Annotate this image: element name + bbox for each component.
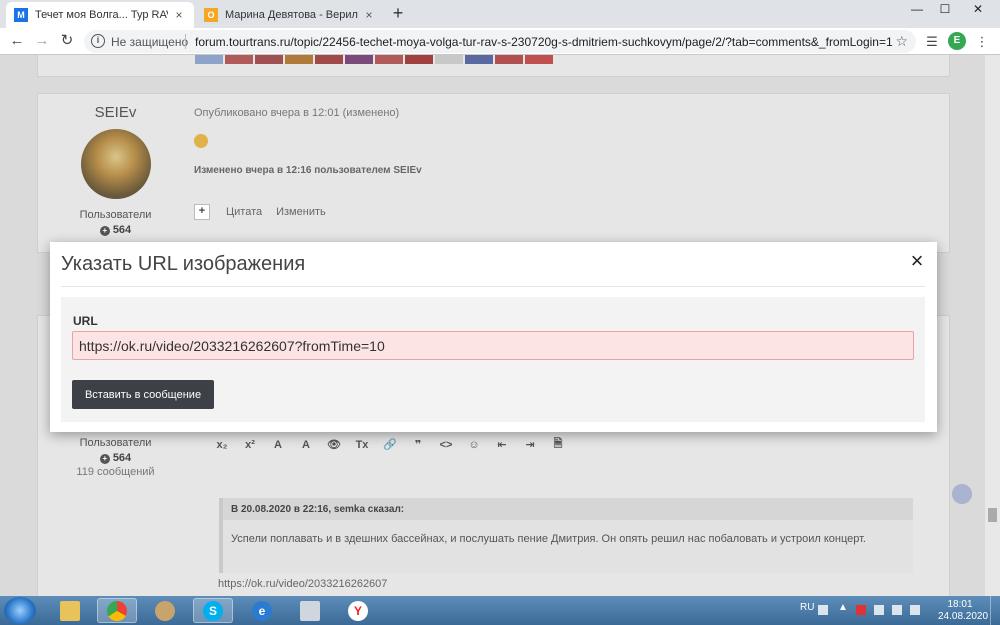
emoji-picker-icon[interactable]: ☺ — [462, 439, 486, 451]
author-post-count: 119 сообщений — [76, 466, 155, 478]
post-actions: + Цитата Изменить — [194, 204, 340, 220]
back-button[interactable]: ← — [6, 31, 28, 51]
quote-link[interactable]: Цитата — [226, 206, 262, 218]
dialog-title: Указать URL изображения — [61, 253, 306, 275]
post-timestamp: Опубликовано вчера в 12:01 (изменено) — [194, 107, 400, 119]
browser-toolbar: ← → ↻ i Не защищено forum.tourtrans.ru/t… — [0, 28, 1000, 55]
clear-format-icon[interactable]: Tx — [350, 439, 374, 451]
author-reputation: +564 — [38, 224, 193, 236]
omnibox-divider — [185, 34, 186, 49]
tray-chevron-icon[interactable]: ▲ — [838, 602, 848, 613]
edit-note: Изменено вчера в 12:16 пользователем SEI… — [194, 165, 422, 176]
source-icon[interactable]: 🗎 — [546, 435, 570, 454]
preview-eye-icon[interactable]: 👁 — [322, 438, 346, 451]
tab-strip: M Течет моя Волга... Тур RAV с 23 × О Ма… — [0, 0, 1000, 28]
network-icon[interactable] — [892, 605, 902, 615]
tab-close-icon[interactable]: × — [172, 8, 186, 22]
editor-toolbar: x₂ x² A A 👁 Tx 🔗 ❞ <> ☺ ⇤ ⇥ 🗎 — [210, 435, 574, 454]
info-icon[interactable]: i — [91, 34, 105, 48]
quote-text: Успели поплавать и в здешних бассейнах, … — [231, 533, 866, 545]
forward-button[interactable]: → — [31, 31, 53, 51]
url-text[interactable]: forum.tourtrans.ru/topic/22456-techet-mo… — [195, 35, 893, 49]
tab-title: Течет моя Волга... Тур RAV с 23 — [35, 9, 168, 21]
image-url-dialog: Указать URL изображения × URL Вставить в… — [50, 242, 937, 432]
edit-link[interactable]: Изменить — [276, 206, 326, 218]
dialog-divider — [61, 286, 925, 287]
background-color-icon[interactable]: A — [294, 439, 318, 451]
text-color-icon[interactable]: A — [266, 439, 290, 451]
quote-block: В 20.08.2020 в 22:16, semka сказал: Успе… — [219, 498, 913, 573]
superscript-icon[interactable]: x² — [238, 439, 262, 451]
url-input[interactable] — [72, 331, 914, 360]
tab-title: Марина Девятова - Верила, вер — [225, 9, 358, 21]
taskbar: S e Y RU ▲ — [0, 596, 1000, 625]
url-label: URL — [73, 314, 98, 328]
pasted-link[interactable]: https://ok.ru/video/2033216262607 — [218, 578, 387, 590]
taskbar-clock[interactable]: 18:01 24.08.2020 — [938, 599, 989, 623]
reputation-plus-icon: + — [99, 226, 110, 236]
author-reputation: +564 — [38, 452, 193, 464]
emoji-icon — [194, 134, 208, 148]
tab-favicon-icon: M — [14, 8, 28, 22]
indent-icon[interactable]: ⇥ — [518, 438, 542, 451]
reputation-plus-icon: + — [99, 454, 110, 464]
system-tray: RU ▲ — [0, 596, 1000, 625]
address-bar[interactable]: i Не защищено forum.tourtrans.ru/topic/2… — [84, 30, 916, 53]
clock-time: 18:01 — [947, 599, 973, 610]
tab-close-icon[interactable]: × — [362, 8, 376, 22]
subscript-icon[interactable]: x₂ — [210, 439, 234, 451]
reply-author: Пользователи +564 119 сообщений — [38, 437, 193, 478]
tab-favicon-icon: О — [204, 8, 218, 22]
show-desktop-button[interactable] — [990, 596, 1000, 625]
code-icon[interactable]: <> — [434, 439, 458, 451]
menu-dots-icon[interactable]: ⋮ — [972, 32, 992, 52]
page-scrollbar[interactable] — [985, 55, 1000, 596]
volume-icon[interactable] — [910, 605, 920, 615]
bookmark-star-icon[interactable]: ☆ — [895, 33, 908, 50]
close-icon[interactable]: × — [906, 250, 928, 273]
multiquote-plus-button[interactable]: + — [194, 204, 210, 220]
reading-list-icon[interactable]: ☰ — [922, 32, 942, 52]
forum-post: SEIEv Пользователи +564 Опубликовано вче… — [37, 93, 950, 253]
new-tab-button[interactable]: + — [387, 3, 409, 25]
floating-ring-icon[interactable] — [952, 484, 972, 504]
quote-header: В 20.08.2020 в 22:16, semka сказал: — [223, 498, 913, 520]
reload-button[interactable]: ↻ — [56, 31, 78, 51]
security-status: Не защищено — [111, 35, 189, 49]
profile-avatar[interactable]: E — [948, 32, 966, 50]
tab-marina-devyatova[interactable]: О Марина Девятова - Верила, вер × — [196, 2, 384, 28]
device-icon[interactable] — [874, 605, 884, 615]
author-avatar[interactable] — [80, 129, 151, 199]
quote-icon[interactable]: ❞ — [406, 438, 430, 451]
keyboard-icon[interactable] — [818, 605, 828, 615]
flag-alert-icon[interactable] — [856, 605, 866, 615]
outdent-icon[interactable]: ⇤ — [490, 438, 514, 451]
dialog-body: URL Вставить в сообщение — [61, 297, 925, 422]
post-author: SEIEv Пользователи +564 — [38, 104, 193, 236]
close-window-button[interactable]: ✕ — [956, 0, 1000, 20]
insert-into-message-button[interactable]: Вставить в сообщение — [72, 380, 214, 409]
author-group: Пользователи — [79, 437, 152, 449]
scrollbar-thumb[interactable] — [988, 508, 997, 522]
tab-techet-moya-volga[interactable]: M Течет моя Волга... Тур RAV с 23 × — [6, 2, 194, 28]
flag-strip — [195, 55, 555, 64]
link-icon[interactable]: 🔗 — [378, 438, 402, 451]
author-group: Пользователи — [79, 209, 152, 221]
author-name[interactable]: SEIEv — [38, 104, 193, 121]
clock-date: 24.08.2020 — [938, 611, 989, 622]
language-indicator[interactable]: RU — [800, 602, 814, 613]
